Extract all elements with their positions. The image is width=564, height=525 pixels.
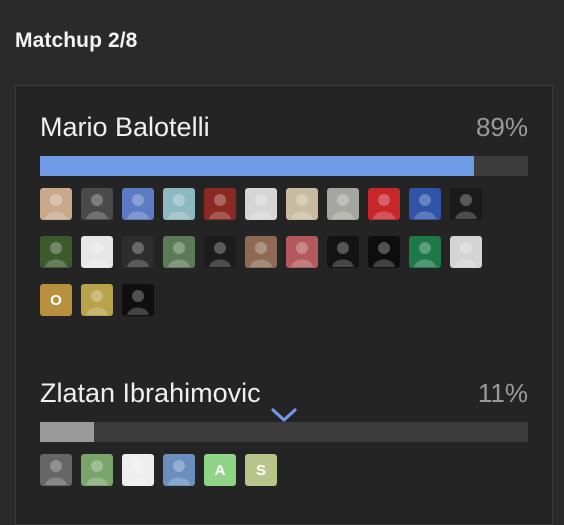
voter-avatar[interactable]: [40, 188, 72, 220]
avatar-photo-icon: [373, 194, 395, 219]
avatar-photo-icon: [455, 242, 477, 267]
voter-avatar[interactable]: [81, 188, 113, 220]
candidate-header: Zlatan Ibrahimovic 11%: [40, 378, 528, 412]
avatar-photo-icon: [168, 242, 190, 267]
voter-avatar[interactable]: [40, 454, 72, 486]
voter-avatar[interactable]: [286, 236, 318, 268]
voter-avatar-list: AS: [40, 454, 528, 502]
voter-avatar[interactable]: A: [204, 454, 236, 486]
voter-avatar[interactable]: [163, 188, 195, 220]
voter-avatar[interactable]: [163, 454, 195, 486]
avatar-photo-icon: [455, 194, 477, 219]
voter-avatar[interactable]: [81, 284, 113, 316]
avatar-photo-icon: [127, 242, 149, 267]
voter-avatar-letter: S: [255, 461, 266, 479]
voter-avatar[interactable]: [327, 236, 359, 268]
candidate-header: Mario Balotelli 89%: [40, 112, 528, 146]
voter-avatar[interactable]: [327, 188, 359, 220]
avatar-photo-icon: [414, 242, 436, 267]
avatar-photo-icon: [86, 194, 108, 219]
vote-bar: [40, 422, 528, 442]
voter-avatar[interactable]: [368, 188, 400, 220]
avatar-photo-icon: [332, 242, 354, 267]
avatar-photo-icon: [332, 194, 354, 219]
voter-avatar[interactable]: S: [245, 454, 277, 486]
candidate-name: Mario Balotelli: [40, 112, 210, 142]
vote-bar: [40, 156, 528, 176]
avatar-photo-icon: [209, 242, 231, 267]
voter-avatar-letter: A: [214, 461, 226, 479]
avatar-photo-icon: [414, 194, 436, 219]
voter-avatar[interactable]: [368, 236, 400, 268]
voter-avatar[interactable]: [245, 236, 277, 268]
voter-avatar[interactable]: [409, 236, 441, 268]
candidate-name: Zlatan Ibrahimovic: [40, 378, 261, 408]
voter-avatar[interactable]: [81, 454, 113, 486]
avatar-photo-icon: [209, 194, 231, 219]
matchup-card: Mario Balotelli 89% O Zlatan Ibrahimovic…: [15, 85, 553, 525]
voter-avatar[interactable]: [409, 188, 441, 220]
avatar-photo-icon: [86, 460, 108, 485]
voter-avatar[interactable]: [40, 236, 72, 268]
page-title: Matchup 2/8: [15, 29, 138, 52]
avatar-photo-icon: [250, 194, 272, 219]
voter-avatar[interactable]: [122, 236, 154, 268]
avatar-photo-icon: [168, 194, 190, 219]
avatar-photo-icon: [86, 242, 108, 267]
voter-avatar[interactable]: [122, 284, 154, 316]
candidate-percent: 89%: [475, 112, 528, 142]
voter-avatar[interactable]: [204, 188, 236, 220]
candidate-ibrahimovic[interactable]: Zlatan Ibrahimovic 11% AS: [40, 378, 528, 502]
vote-bar-fill: [40, 156, 475, 176]
voter-avatar[interactable]: [450, 236, 482, 268]
avatar-photo-icon: [127, 290, 149, 315]
avatar-photo-icon: [45, 194, 67, 219]
voter-avatar[interactable]: [122, 188, 154, 220]
candidate-percent: 11%: [477, 378, 528, 408]
avatar-photo-icon: [127, 460, 149, 485]
avatar-photo-icon: [127, 194, 149, 219]
vote-bar-fill: [40, 422, 94, 442]
avatar-photo-icon: [45, 460, 67, 485]
voter-avatar[interactable]: [81, 236, 113, 268]
avatar-photo-icon: [45, 242, 67, 267]
avatar-photo-icon: [291, 194, 313, 219]
avatar-photo-icon: [373, 242, 395, 267]
voter-avatar[interactable]: [163, 236, 195, 268]
voter-avatar[interactable]: [122, 454, 154, 486]
voter-avatar[interactable]: [286, 188, 318, 220]
voter-avatar-list: O: [40, 188, 528, 332]
voter-avatar[interactable]: [204, 236, 236, 268]
avatar-photo-icon: [291, 242, 313, 267]
avatar-photo-icon: [168, 460, 190, 485]
avatar-photo-icon: [86, 290, 108, 315]
voter-avatar-letter: O: [50, 291, 62, 309]
voter-avatar[interactable]: O: [40, 284, 72, 316]
avatar-photo-icon: [250, 242, 272, 267]
voter-avatar[interactable]: [245, 188, 277, 220]
voter-avatar[interactable]: [450, 188, 482, 220]
candidate-balotelli[interactable]: Mario Balotelli 89% O: [40, 112, 528, 332]
